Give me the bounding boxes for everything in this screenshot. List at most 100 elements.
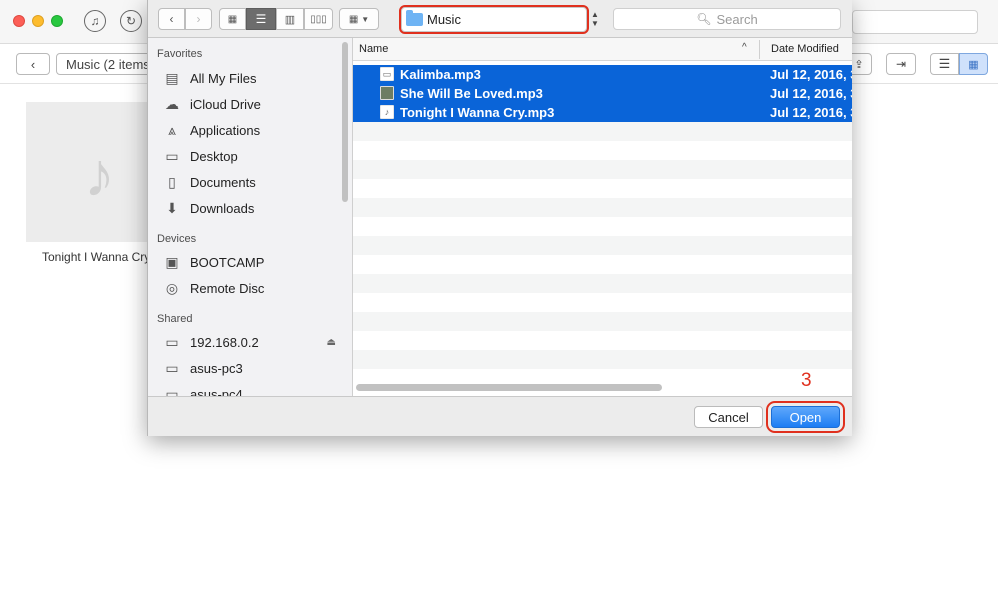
search-placeholder: Search <box>716 11 758 27</box>
chevron-up-icon: ▲ <box>591 10 599 19</box>
file-name: She Will Be Loved.mp3 <box>400 86 543 101</box>
file-row-kalimba[interactable]: ▭ Kalimba.mp3 Jul 12, 2016, 3 <box>353 65 852 84</box>
file-list: Name ^ Date Modified ▭ Kalimba.mp3 Jul 1… <box>353 38 852 396</box>
file-row-tonight-i-wanna-cry[interactable]: ♪ Tonight I Wanna Cry.mp3 Jul 12, 2016, … <box>353 103 852 122</box>
import-icon: ⇥ <box>895 57 907 71</box>
grid-icon: ▦ <box>968 58 979 71</box>
sidebar-scrollbar[interactable] <box>342 42 348 202</box>
import-button[interactable]: ⇥ <box>886 53 916 75</box>
horizontal-scrollbar[interactable] <box>356 384 662 391</box>
sidebar-item-label: Downloads <box>190 200 255 216</box>
sort-ascending-icon: ^ <box>742 42 747 53</box>
grid-view-button[interactable]: ▦ <box>959 53 988 75</box>
sidebar-item-label: Applications <box>190 122 261 138</box>
sidebar-item-downloads[interactable]: ⬇ Downloads <box>162 197 342 219</box>
sidebar-item-label: BOOTCAMP <box>190 254 265 270</box>
icon-grid-icon: ▦ <box>227 13 238 25</box>
cancel-button[interactable]: Cancel <box>694 406 763 428</box>
sidebar-item-asus-pc3[interactable]: ▭ asus-pc3 <box>162 357 342 379</box>
breadcrumb-label: Music (2 items <box>66 56 150 72</box>
song-tile[interactable]: ♪ <box>26 102 166 242</box>
column-header-name[interactable]: Name <box>359 43 388 55</box>
search-field[interactable]: 🔍︎ Search <box>613 8 841 30</box>
columns-icon: ▥ <box>284 13 296 26</box>
open-file-dialog: ‹ › ▦ ☰ ▥ ▯▯▯ ▦ ▼ 1 Music ▲ ▼ � <box>147 0 852 436</box>
sidebar-item-bootcamp[interactable]: ▣ BOOTCAMP <box>162 251 342 273</box>
sidebar-item-all-my-files[interactable]: ▤ All My Files <box>162 67 342 89</box>
sidebar-item-asus-pc4[interactable]: ▭ asus-pc4 <box>162 383 342 397</box>
cover-flow-button[interactable]: ▯▯▯ <box>304 8 333 30</box>
empty-row <box>353 331 852 350</box>
chevron-left-icon: ‹ <box>169 12 174 26</box>
sidebar-item-192-168-0-2[interactable]: ▭ 192.168.0.2 ⏏ <box>162 331 342 353</box>
chevron-down-icon: ▼ <box>591 19 599 28</box>
arrange-button[interactable]: ▦ ▼ <box>339 8 379 30</box>
file-date: Jul 12, 2016, 3 <box>770 67 852 82</box>
cover-flow-icon: ▯▯▯ <box>310 13 327 25</box>
empty-row <box>353 198 852 217</box>
empty-row <box>353 217 852 236</box>
music-note-icon: ♪ <box>84 141 115 210</box>
sidebar-item-applications[interactable]: ⩓ Applications <box>162 119 342 141</box>
sidebar-section-shared: Shared <box>157 313 193 325</box>
maximize-window-button[interactable] <box>51 15 63 27</box>
annotation-step-3: 3 <box>801 370 812 391</box>
file-name: Tonight I Wanna Cry.mp3 <box>400 105 555 120</box>
empty-row <box>353 312 852 331</box>
list-icon: ☰ <box>255 12 267 26</box>
folder-icon <box>406 10 423 26</box>
sidebar-section-devices: Devices <box>157 233 197 245</box>
drive-icon: ▣ <box>165 253 179 270</box>
dialog-button-bar: Cancel Open <box>148 396 852 436</box>
file-date: Jul 12, 2016, 3 <box>770 105 852 120</box>
empty-row <box>353 255 852 274</box>
location-popup[interactable]: Music <box>399 5 589 34</box>
chevron-right-icon: › <box>196 12 201 26</box>
sidebar-section-favorites: Favorites <box>157 48 203 60</box>
song-tile-label: Tonight I Wanna Cry.mp3 <box>42 250 162 264</box>
sidebar-item-icloud-drive[interactable]: ☁ iCloud Drive <box>162 93 342 115</box>
nav-forward-button[interactable]: › <box>185 8 212 30</box>
music-note-icon[interactable]: ♫ <box>84 10 106 32</box>
sidebar: Favorites ▤ All My Files ☁ iCloud Drive … <box>148 38 353 396</box>
breadcrumb[interactable]: Music (2 items <box>56 53 156 75</box>
arrange-grid-icon: ▦ <box>348 13 359 25</box>
audio-file-icon: ▭ <box>380 67 394 81</box>
sidebar-item-desktop[interactable]: ▭ Desktop <box>162 145 342 167</box>
file-row-she-will-be-loved[interactable]: She Will Be Loved.mp3 Jul 12, 2016, 3 <box>353 84 852 103</box>
back-button[interactable]: ‹ <box>16 53 50 75</box>
applications-icon: ⩓ <box>168 121 176 138</box>
nav-back-button[interactable]: ‹ <box>158 8 185 30</box>
search-icon: 🔍︎ <box>696 12 712 26</box>
chevron-left-icon: ‹ <box>30 56 36 72</box>
empty-row <box>353 350 852 369</box>
icon-view-button[interactable]: ▦ <box>219 8 246 30</box>
file-date: Jul 12, 2016, 3 <box>770 86 852 101</box>
sidebar-item-documents[interactable]: ▯ Documents <box>162 171 342 193</box>
minimize-window-button[interactable] <box>32 15 44 27</box>
empty-row <box>353 160 852 179</box>
column-divider[interactable] <box>759 40 760 59</box>
open-button[interactable]: Open <box>766 401 845 433</box>
disc-icon: ◎ <box>165 279 179 296</box>
list-view-button[interactable]: ☰ <box>246 8 276 30</box>
sidebar-item-label: Documents <box>190 174 256 190</box>
cloud-icon: ☁ <box>165 95 179 112</box>
close-window-button[interactable] <box>13 15 25 27</box>
location-stepper[interactable]: ▲ ▼ <box>588 8 602 30</box>
sidebar-item-remote-disc[interactable]: ◎ Remote Disc <box>162 277 342 299</box>
eject-icon[interactable]: ⏏ <box>327 337 336 348</box>
refresh-icon[interactable]: ↻ <box>120 10 142 32</box>
audio-file-icon: ♪ <box>380 105 394 119</box>
column-header-date-modified[interactable]: Date Modified <box>771 43 839 55</box>
network-computer-icon: ▭ <box>165 385 179 397</box>
column-view-button[interactable]: ▥ <box>276 8 304 30</box>
dialog-toolbar: ‹ › ▦ ☰ ▥ ▯▯▯ ▦ ▼ 1 Music ▲ ▼ � <box>148 0 852 38</box>
downloads-icon: ⬇ <box>166 199 178 216</box>
all-files-icon: ▤ <box>165 69 179 86</box>
list-icon: ☰ <box>938 56 951 71</box>
sidebar-item-label: asus-pc4 <box>190 386 243 397</box>
background-search-field[interactable] <box>852 10 978 34</box>
list-view-button[interactable]: ☰ <box>930 53 959 75</box>
sidebar-item-label: iCloud Drive <box>190 96 261 112</box>
